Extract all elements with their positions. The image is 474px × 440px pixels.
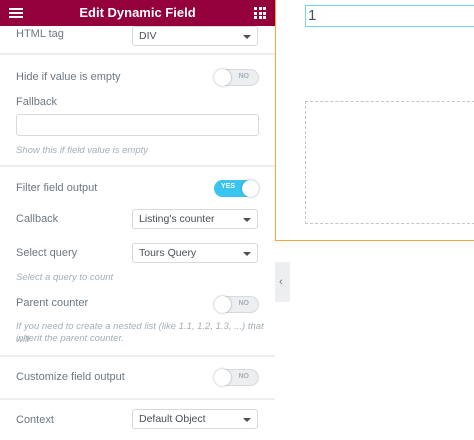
fallback-description: Show this if field value is empty [16, 145, 149, 156]
chevron-left-icon: ‹ [279, 276, 283, 288]
dynamic-field-preview[interactable]: 1 [305, 5, 474, 27]
empty-drop-zone[interactable] [305, 101, 474, 224]
customize-output-label: Customize field output [16, 371, 125, 383]
caret-down-icon [243, 35, 251, 39]
hide-if-empty-label: Hide if value is empty [16, 71, 121, 83]
callback-label: Callback [16, 213, 59, 225]
panel-header: Edit Dynamic Field [0, 0, 275, 26]
select-query-label: Select query [16, 247, 78, 259]
toggle-knob [214, 69, 231, 86]
toggle-state-text: NO [238, 373, 250, 380]
caret-down-icon [243, 252, 251, 256]
hide-if-empty-toggle[interactable]: NO [214, 69, 259, 86]
customize-output-toggle[interactable]: NO [214, 369, 259, 386]
filter-output-toggle[interactable]: YES [214, 180, 259, 197]
grid-icon[interactable] [254, 7, 266, 19]
html-tag-value: DIV [139, 30, 157, 42]
select-query-select[interactable]: Tours Query [132, 243, 258, 263]
context-value: Default Object [139, 413, 206, 425]
context-select[interactable]: Default Object [132, 409, 258, 429]
section-fallback: Hide if value is empty NO Fallback Show … [0, 55, 275, 165]
parent-counter-toggle[interactable]: NO [214, 296, 259, 313]
callback-value: Listing's counter [139, 213, 215, 225]
parent-counter-description-line2: inherit the parent counter. [16, 333, 124, 344]
toggle-state-text: NO [238, 73, 250, 80]
section-context: Context Default Object [0, 400, 275, 440]
fallback-label: Fallback [16, 96, 57, 108]
editor-panel: Edit Dynamic Field HTML tag DIV Hide if … [0, 0, 275, 440]
caret-down-icon [243, 418, 251, 422]
toggle-knob [242, 180, 259, 197]
select-query-description: Select a query to count [16, 272, 114, 283]
section-customize-output: Customize field output NO [0, 357, 275, 398]
toggle-state-text: NO [238, 300, 250, 307]
fallback-input[interactable] [16, 114, 259, 136]
section-filter-output: Filter field output YES Callback Listing… [0, 167, 275, 355]
field-value: 1 [308, 7, 317, 24]
panel-collapse-tab[interactable]: ‹ [275, 262, 290, 302]
parent-counter-label: Parent counter [16, 297, 89, 309]
callback-select[interactable]: Listing's counter [132, 209, 258, 229]
filter-output-label: Filter field output [16, 182, 98, 194]
toggle-state-text: YES [221, 183, 236, 190]
panel-title: Edit Dynamic Field [79, 5, 196, 20]
html-tag-select[interactable]: DIV [132, 26, 258, 46]
section-html-tag: HTML tag DIV [0, 26, 275, 53]
context-label: Context [16, 414, 54, 426]
preview-area: 1 [275, 0, 474, 241]
toggle-knob [214, 369, 231, 386]
html-tag-label: HTML tag [16, 28, 64, 40]
toggle-knob [214, 296, 231, 313]
select-query-value: Tours Query [139, 247, 197, 259]
caret-down-icon [243, 218, 251, 222]
